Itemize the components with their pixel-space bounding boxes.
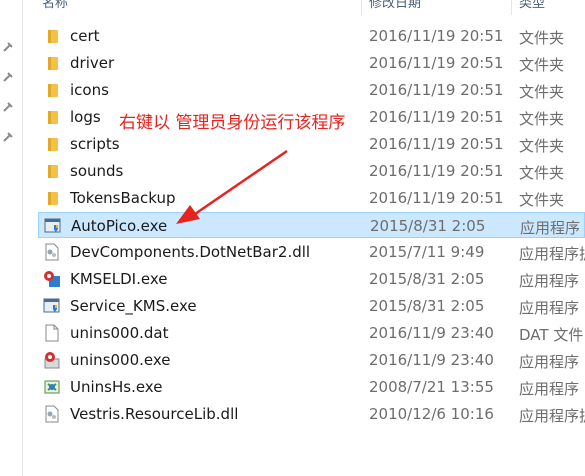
annotation-arrow-icon [176,149,288,224]
